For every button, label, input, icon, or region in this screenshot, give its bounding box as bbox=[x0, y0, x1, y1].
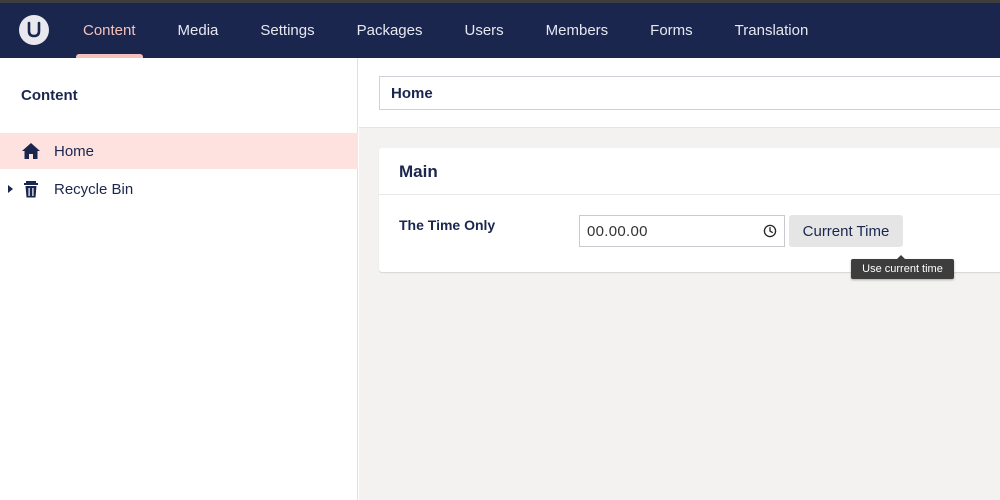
group-title: Main bbox=[379, 148, 1000, 195]
tree-item-label: Recycle Bin bbox=[54, 180, 134, 198]
nav-content[interactable]: Content bbox=[62, 3, 157, 58]
expand-caret-icon[interactable] bbox=[8, 185, 13, 193]
tree-item-label: Home bbox=[54, 142, 95, 160]
trash-icon bbox=[21, 180, 41, 198]
content-tree-sidebar: Content Home Recycle Bin bbox=[0, 58, 358, 500]
property-label: The Time Only bbox=[399, 217, 496, 233]
home-icon bbox=[21, 142, 41, 160]
nav-forms[interactable]: Forms bbox=[629, 3, 714, 58]
nav-translation[interactable]: Translation bbox=[714, 3, 830, 58]
section-tabs: Content Media Settings Packages Users Me… bbox=[62, 3, 829, 58]
time-input[interactable]: 00.00.00 bbox=[579, 215, 785, 247]
nav-packages[interactable]: Packages bbox=[336, 3, 444, 58]
editor-workspace: Main The Time Only 00.00.00 Current Time bbox=[359, 58, 1000, 500]
current-time-button[interactable]: Current Time bbox=[789, 215, 903, 247]
tree-item-home[interactable]: Home bbox=[0, 133, 358, 169]
clock-icon[interactable] bbox=[763, 224, 777, 238]
property-group-panel: Main The Time Only 00.00.00 Current Time bbox=[379, 148, 1000, 272]
time-value[interactable]: 00.00.00 bbox=[587, 223, 763, 240]
nav-media[interactable]: Media bbox=[157, 3, 240, 58]
umbraco-logo-icon[interactable] bbox=[19, 15, 49, 45]
top-navigation-bar: Content Media Settings Packages Users Me… bbox=[0, 0, 1000, 58]
sidebar-title: Content bbox=[21, 87, 78, 104]
current-time-tooltip: Use current time bbox=[851, 255, 954, 279]
node-name-input[interactable] bbox=[379, 76, 1000, 110]
nav-users[interactable]: Users bbox=[443, 3, 524, 58]
nav-members[interactable]: Members bbox=[525, 3, 630, 58]
nav-settings[interactable]: Settings bbox=[239, 3, 335, 58]
tree-item-recycle-bin[interactable]: Recycle Bin bbox=[0, 171, 358, 207]
editor-header bbox=[359, 58, 1000, 128]
